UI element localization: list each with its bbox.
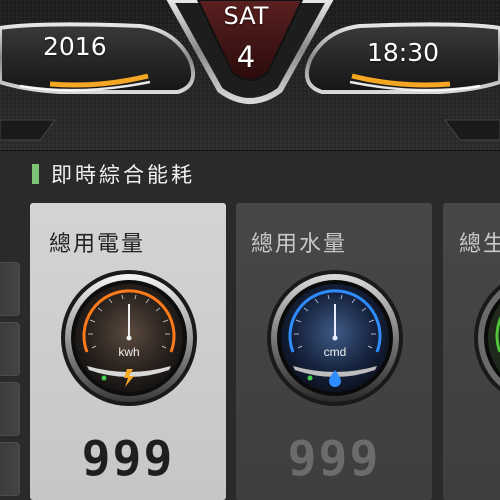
- electricity-gauge: kwh: [61, 270, 197, 406]
- card-title: 總用電量: [49, 232, 146, 257]
- electricity-card[interactable]: 總用電量 kwh 999: [30, 203, 226, 500]
- partial-gauge: [474, 284, 500, 392]
- section-accent-bar: [32, 164, 39, 184]
- card-title: 總生: [459, 232, 500, 257]
- electricity-value: 999: [81, 431, 175, 487]
- status-indicator-dot: [307, 375, 313, 381]
- weekday-display: SAT: [223, 2, 269, 30]
- card-title: 總用水量: [251, 232, 348, 257]
- section-title: 即時綜合能耗: [51, 163, 195, 187]
- water-value: 999: [287, 431, 381, 487]
- side-tab-1[interactable]: [0, 262, 20, 316]
- date-display: 4: [236, 40, 256, 74]
- water-gauge: cmd: [267, 270, 403, 406]
- gauge-unit: cmd: [324, 345, 347, 359]
- gauge-unit: kwh: [118, 345, 139, 359]
- partial-card[interactable]: 總生: [443, 203, 500, 500]
- side-tab-4[interactable]: [0, 442, 20, 496]
- time-display: 18:30: [367, 38, 440, 67]
- year-display: 2016: [43, 32, 107, 61]
- dashboard-header: 2016 SAT 4 18:30: [0, 0, 500, 151]
- status-indicator-dot: [101, 375, 107, 381]
- side-tab-2[interactable]: [0, 322, 20, 376]
- side-tab-3[interactable]: [0, 382, 20, 436]
- section-header: 即時綜合能耗: [32, 162, 195, 187]
- water-card[interactable]: 總用水量 cmd 999: [236, 203, 432, 500]
